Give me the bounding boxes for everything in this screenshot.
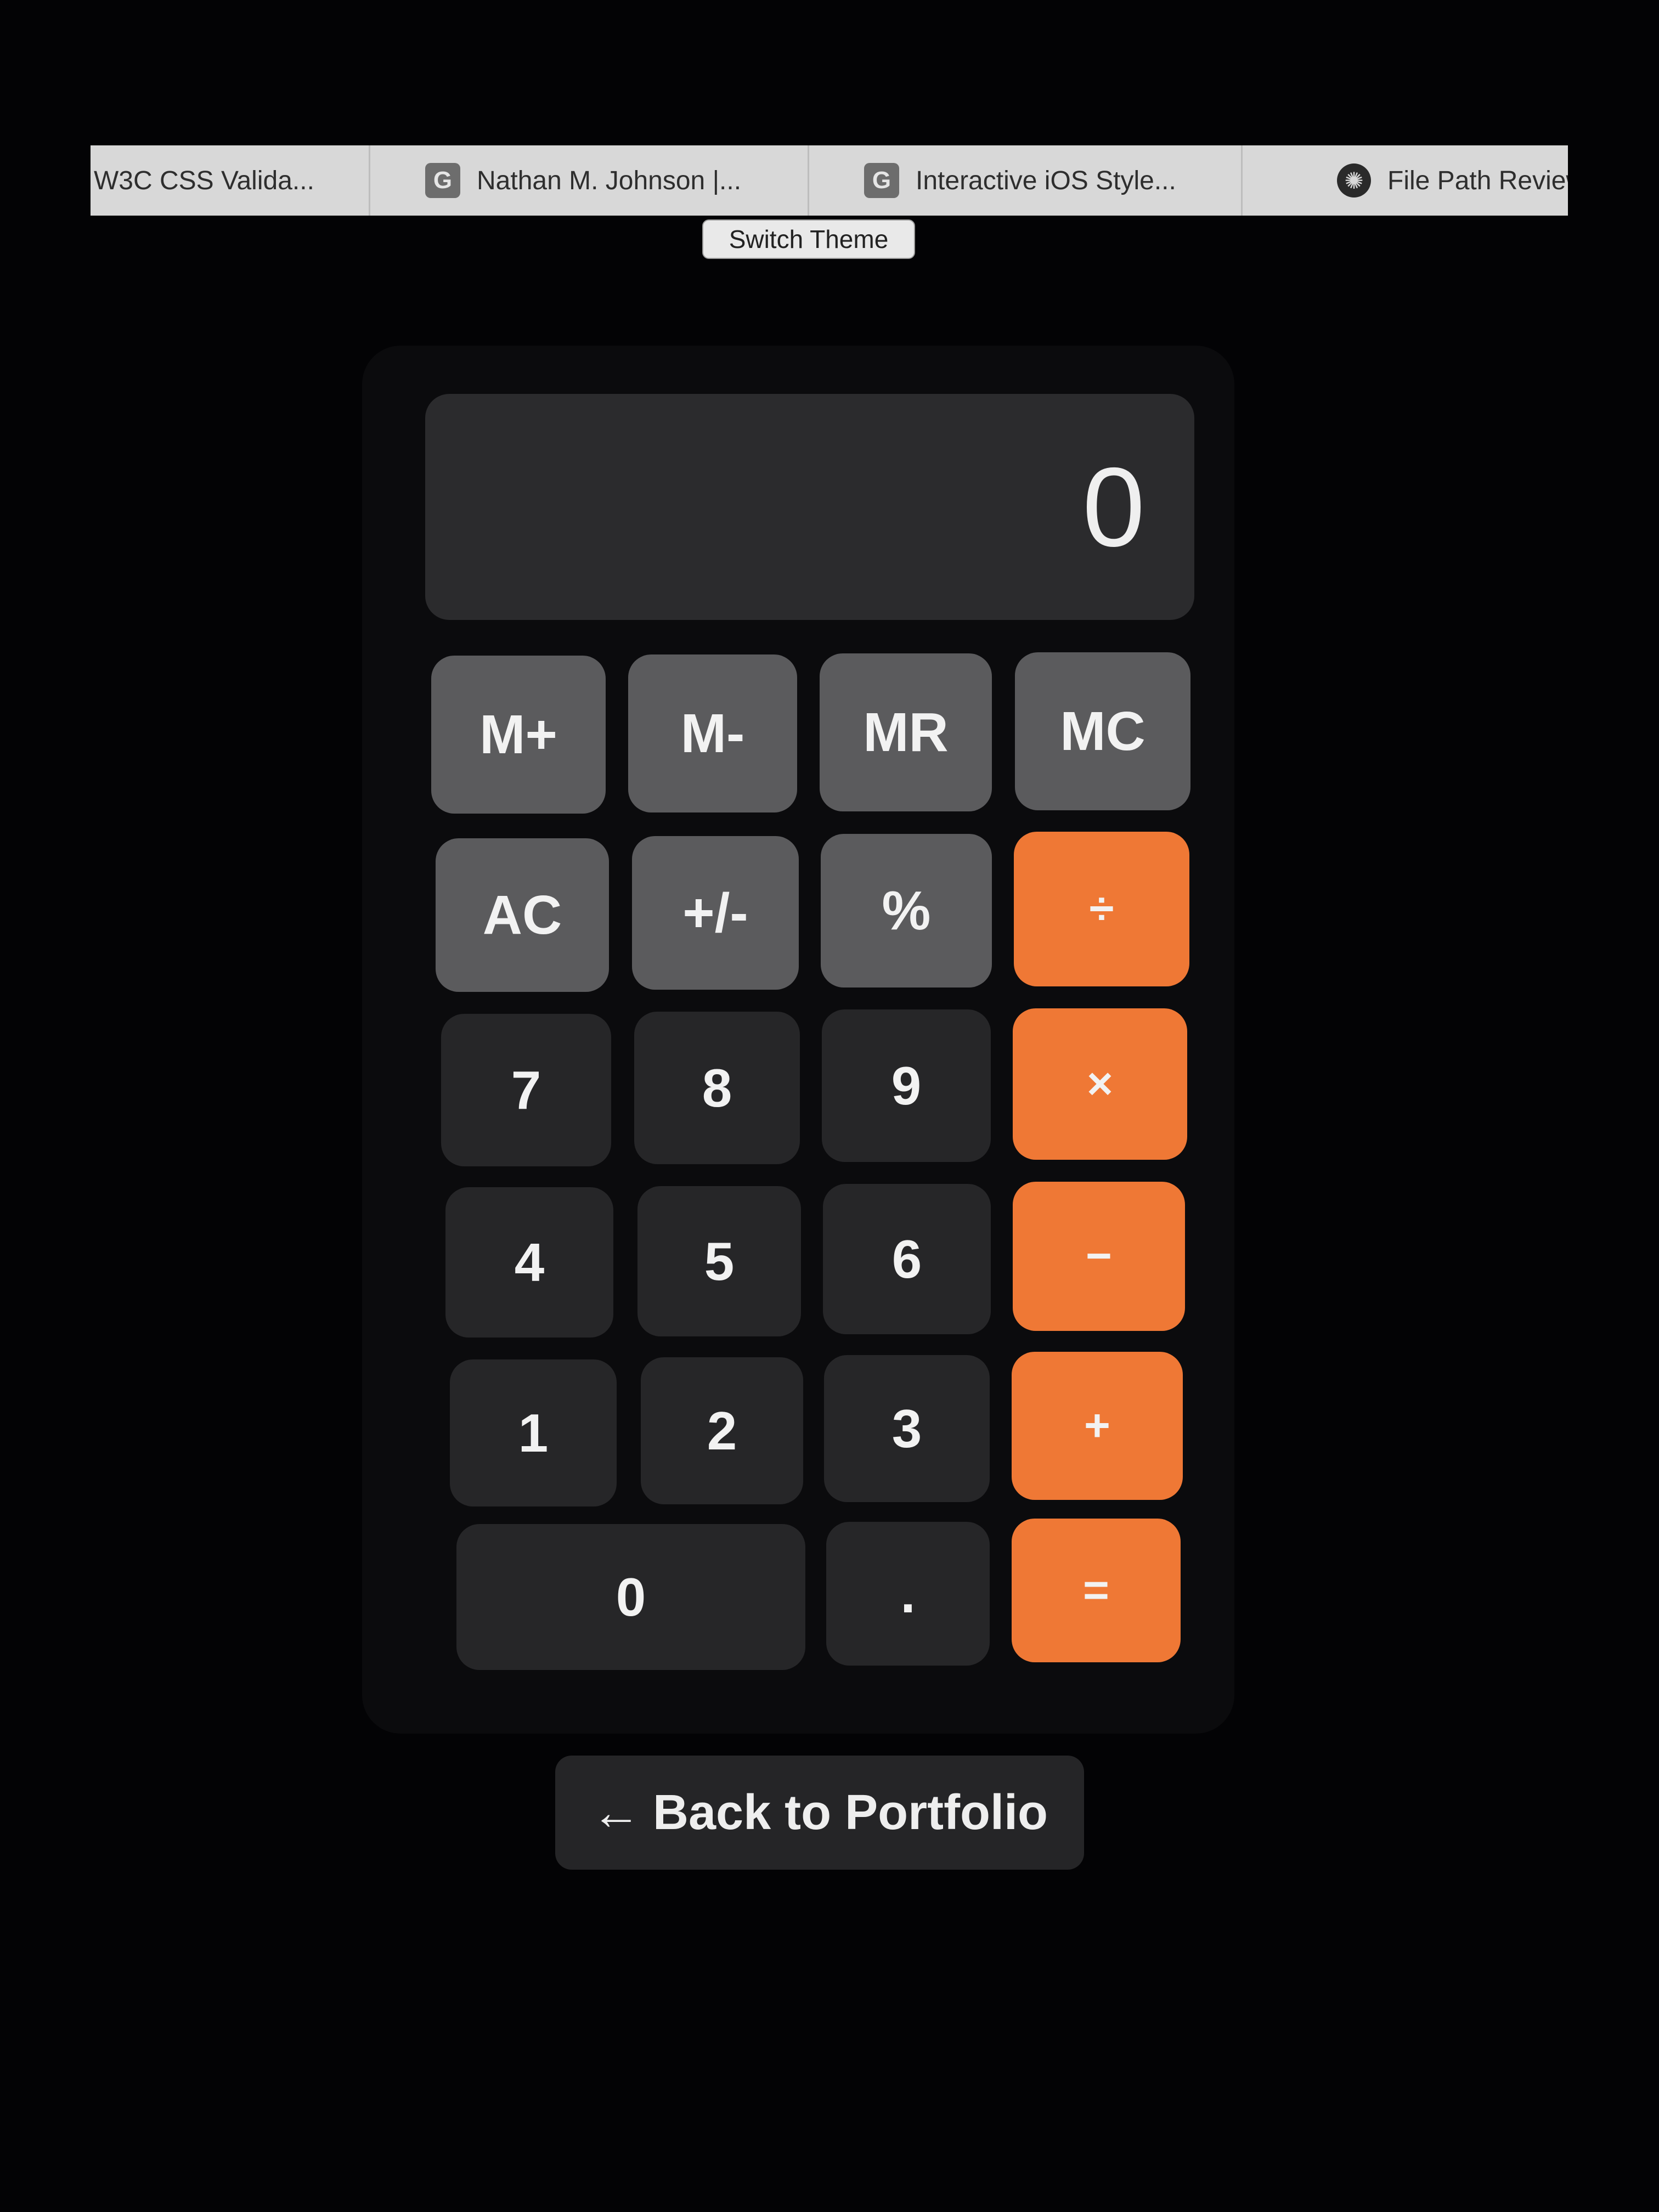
digit-1-button[interactable]: 1 <box>450 1359 617 1506</box>
tab-label: Nathan M. Johnson |... <box>477 166 742 195</box>
tab-nathan-johnson[interactable]: G Nathan M. Johnson |... <box>370 145 809 216</box>
back-to-portfolio-label: Back to Portfolio <box>652 1785 1048 1840</box>
back-to-portfolio-button[interactable]: ← Back to Portfolio <box>555 1756 1084 1870</box>
digit-7-button[interactable]: 7 <box>441 1014 611 1166</box>
digit-0-button[interactable]: 0 <box>456 1524 805 1670</box>
plus-minus-button[interactable]: +/- <box>632 836 799 990</box>
tab-label: File Path Review <box>1387 166 1568 195</box>
calculator-display: 0 <box>425 394 1194 620</box>
memory-subtract-button[interactable]: M- <box>628 654 797 812</box>
tab-interactive-ios-style[interactable]: G Interactive iOS Style... <box>809 145 1243 216</box>
equals-button[interactable]: = <box>1012 1519 1181 1662</box>
memory-add-button[interactable]: M+ <box>431 656 606 814</box>
divide-button[interactable]: ÷ <box>1014 832 1189 986</box>
digit-2-button[interactable]: 2 <box>641 1357 803 1504</box>
google-icon: G <box>425 163 460 198</box>
tab-label: W3C CSS Valida... <box>94 166 314 195</box>
ai-logo-icon: ✺ <box>1337 163 1371 198</box>
digit-6-button[interactable]: 6 <box>823 1184 991 1334</box>
percent-button[interactable]: % <box>821 834 992 988</box>
browser-tab-bar: W3C CSS Valida... G Nathan M. Johnson |.… <box>91 145 1568 216</box>
memory-recall-button[interactable]: MR <box>820 653 992 811</box>
tab-file-path-review[interactable]: ✺ File Path Review <box>1243 145 1568 216</box>
multiply-button[interactable]: × <box>1013 1008 1187 1160</box>
digit-9-button[interactable]: 9 <box>822 1009 991 1162</box>
memory-clear-button[interactable]: MC <box>1015 652 1190 810</box>
tab-label: Interactive iOS Style... <box>916 166 1176 195</box>
display-value: 0 <box>1082 444 1145 570</box>
digit-8-button[interactable]: 8 <box>634 1012 800 1164</box>
all-clear-button[interactable]: AC <box>436 838 609 992</box>
digit-5-button[interactable]: 5 <box>637 1186 801 1336</box>
decimal-point-button[interactable]: . <box>826 1522 990 1666</box>
switch-theme-button[interactable]: Switch Theme <box>702 219 915 259</box>
tab-w3c-css-validator[interactable]: W3C CSS Valida... <box>91 145 370 216</box>
digit-4-button[interactable]: 4 <box>445 1187 613 1338</box>
add-button[interactable]: + <box>1012 1352 1183 1500</box>
google-icon: G <box>864 163 899 198</box>
subtract-button[interactable]: − <box>1013 1182 1185 1331</box>
left-arrow-icon: ← <box>591 1785 641 1840</box>
digit-3-button[interactable]: 3 <box>824 1355 990 1502</box>
